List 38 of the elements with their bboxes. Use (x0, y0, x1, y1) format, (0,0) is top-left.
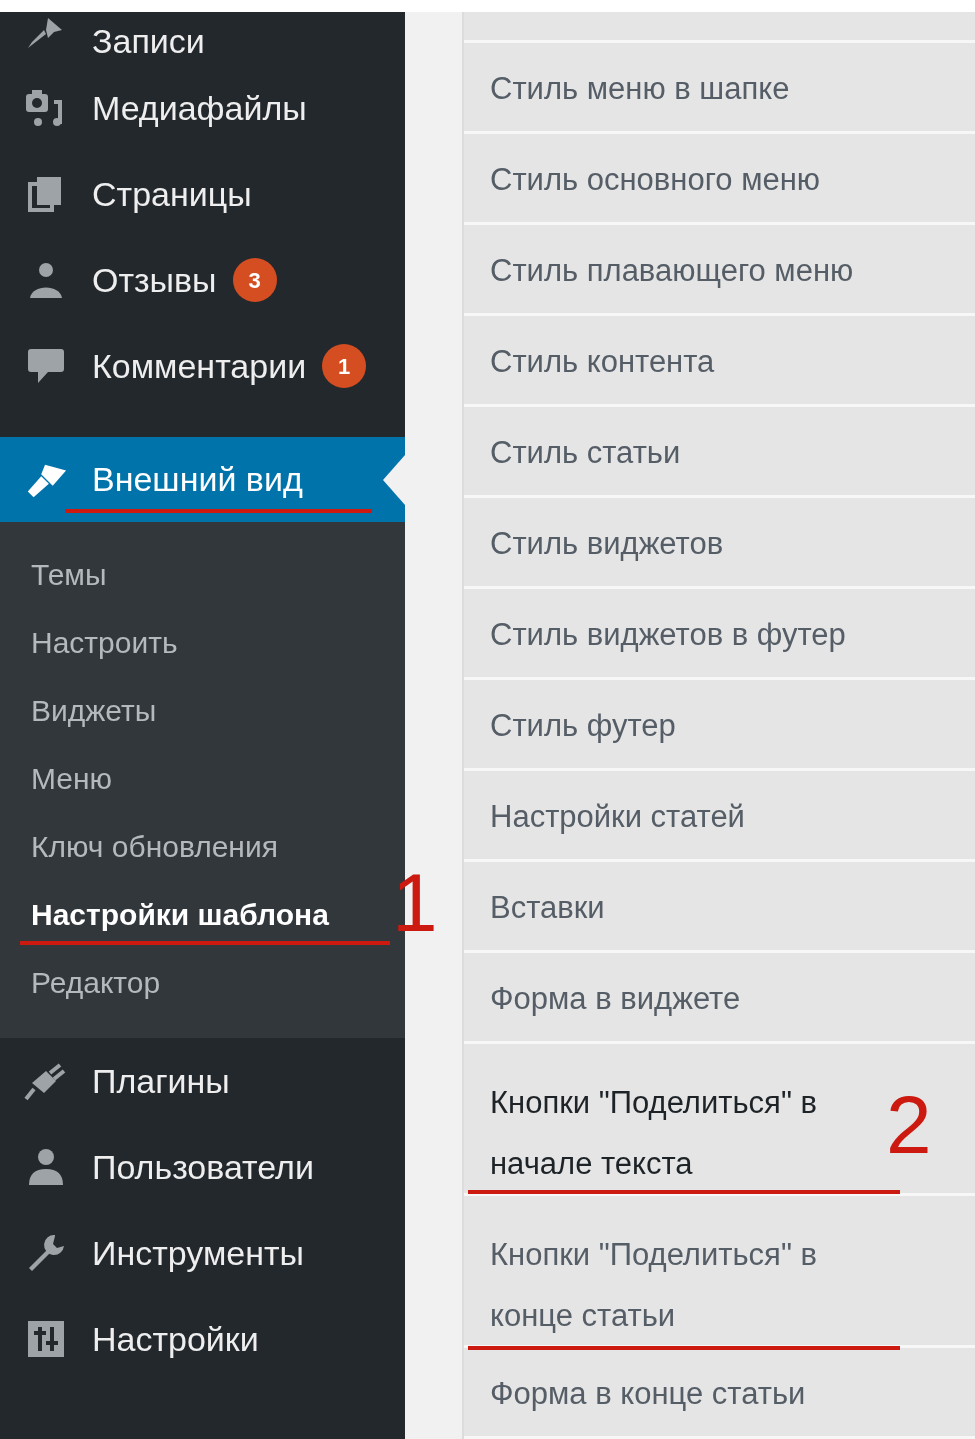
count-badge: 3 (232, 258, 277, 302)
submenu-item[interactable]: Ключ обновления (0, 812, 278, 880)
count-badge: 1 (322, 344, 367, 388)
menu-item[interactable]: Пользователи (0, 1124, 405, 1210)
plug-icon (24, 1061, 68, 1101)
submenu-item[interactable]: Темы (0, 540, 107, 608)
section-tab[interactable]: Стиль виджетов в футер (464, 589, 975, 681)
submenu-item[interactable]: Меню (0, 744, 113, 812)
menu-item[interactable]: Плагины (0, 1038, 405, 1124)
submenu-item[interactable]: Виджеты (0, 676, 157, 744)
user-icon (26, 1147, 66, 1187)
section-tab[interactable]: Кнопки "Поделиться" в конце статьи (464, 1196, 975, 1348)
menu-item[interactable]: Медиафайлы (0, 65, 405, 151)
section-tab[interactable]: Стиль статьи (464, 407, 975, 499)
menu-item[interactable]: Инструменты (0, 1210, 405, 1296)
menu-item[interactable]: Страницы (0, 151, 405, 237)
sliders-icon (26, 1319, 66, 1359)
menu-item[interactable]: Внешний вид (0, 437, 405, 522)
section-tab[interactable]: Форма в виджете (464, 953, 975, 1045)
section-tab[interactable]: Стиль футер (464, 680, 975, 772)
section-tab[interactable] (464, 12, 975, 44)
menu-item[interactable]: Настройки (0, 1296, 405, 1382)
section-tab[interactable]: Стиль контента (464, 316, 975, 408)
annotation-number: 2 (886, 1080, 932, 1170)
submenu-item[interactable]: Настройки шаблона (0, 880, 329, 948)
menu-item[interactable]: Комментарии 1 (0, 323, 405, 409)
submenu-item[interactable]: Настроить (0, 608, 178, 676)
section-tab[interactable]: Вставки (464, 862, 975, 954)
section-tab[interactable]: Настройки статей (464, 771, 975, 863)
section-tab[interactable]: Стиль меню в шапке (464, 43, 975, 135)
submenu-item[interactable]: Редактор (0, 948, 161, 1016)
section-tab[interactable]: Стиль основного меню (464, 134, 975, 226)
menu-item[interactable]: Записи (0, 12, 405, 65)
section-tab[interactable]: Стиль виджетов (464, 498, 975, 590)
menu-item[interactable]: Отзывы 3 (0, 237, 405, 323)
current-pointer (383, 455, 405, 505)
section-tab[interactable]: Форма в конце статьи (464, 1348, 975, 1439)
section-tab[interactable]: Стиль плавающего меню (464, 225, 975, 317)
